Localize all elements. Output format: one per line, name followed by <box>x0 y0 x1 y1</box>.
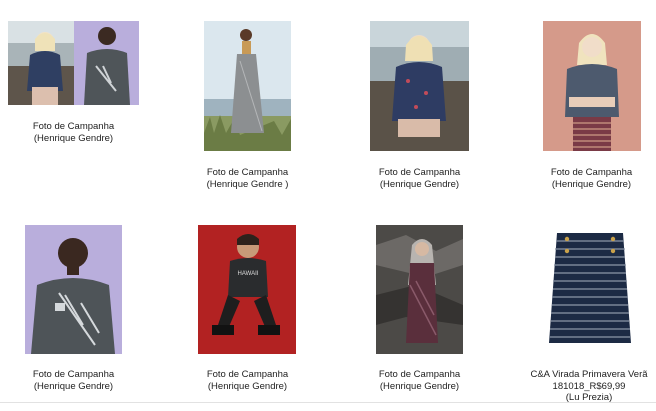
photo-caption: Foto de Campanha (Henrique Gendre) <box>8 121 139 144</box>
svg-text:HAWAII: HAWAII <box>238 271 259 277</box>
caption-credit: (Henrique Gendre) <box>551 178 632 190</box>
product-thumbnail[interactable] <box>541 225 639 354</box>
caption-title: C&A Virada Primavera Verã <box>530 369 648 380</box>
photo-caption: Foto de Campanha (Henrique Gendre) <box>190 369 305 392</box>
photo-caption: Foto de Campanha (Henrique Gendre ) <box>190 167 305 190</box>
photo-thumbnail[interactable] <box>204 21 291 151</box>
caption-title: Foto de Campanha <box>32 369 115 380</box>
caption-credit: (Henrique Gendre) <box>379 380 460 392</box>
caption-credit: (Henrique Gendre) <box>33 380 114 392</box>
caption-credit: (Henrique Gendre ) <box>206 178 289 190</box>
caption-credit: (Henrique Gendre) <box>207 380 288 392</box>
photo-thumbnail[interactable] <box>376 225 463 354</box>
caption-title: Foto de Campanha <box>206 369 289 380</box>
caption-credit: (Henrique Gendre) <box>33 132 114 144</box>
photo-thumbnail[interactable] <box>25 225 122 354</box>
photo-caption: Foto de Campanha (Henrique Gendre) <box>16 369 131 392</box>
caption-title: Foto de Campanha <box>32 121 115 132</box>
photo-thumbnail[interactable]: HAWAII <box>198 225 296 354</box>
caption-title: Foto de Campanha <box>378 369 461 380</box>
photo-thumbnail[interactable] <box>370 21 469 151</box>
caption-credit: (Henrique Gendre) <box>379 178 460 190</box>
photo-thumbnail[interactable] <box>543 21 641 151</box>
product-caption: C&A Virada Primavera Verã 181018_R$69,99… <box>522 369 656 404</box>
caption-title: Foto de Campanha <box>550 167 633 178</box>
caption-title: Foto de Campanha <box>378 167 461 178</box>
caption-title: Foto de Campanha <box>206 167 289 178</box>
photo-caption: Foto de Campanha (Henrique Gendre) <box>362 167 477 190</box>
photo-caption: Foto de Campanha (Henrique Gendre) <box>362 369 477 392</box>
photo-thumbnail[interactable] <box>8 21 139 105</box>
caption-price: 181018_R$69,99 <box>552 380 626 392</box>
page-divider <box>0 402 656 403</box>
photo-caption: Foto de Campanha (Henrique Gendre) <box>534 167 649 190</box>
